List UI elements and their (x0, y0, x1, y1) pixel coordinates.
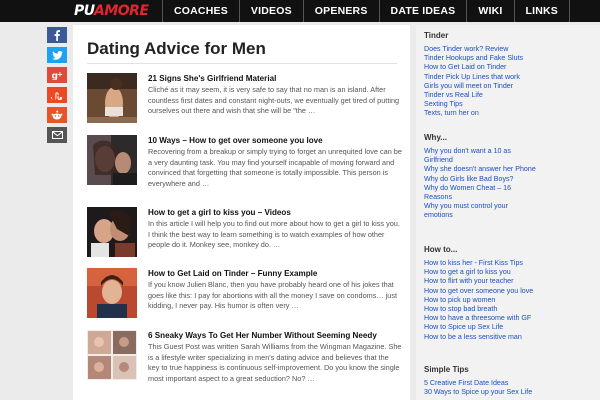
sidebar-links-simple-tips: 5 Creative First Date Ideas 30 Ways to S… (424, 379, 564, 397)
post-excerpt: If you know Julien Blanc, then you have … (148, 280, 398, 311)
top-navigation-bar: PUAMORE COACHES VIDEOS OPENERS DATE IDEA… (0, 0, 600, 22)
sidebar-links-why: Why you don't want a 10 as Girlfriend Wh… (424, 147, 536, 221)
nav-date-ideas[interactable]: DATE IDEAS (378, 0, 467, 22)
sidebar-link[interactable]: Why do Women Cheat – 16 Reasons (424, 184, 536, 202)
post-item: How to Get Laid on Tinder – Funny Exampl… (87, 268, 402, 326)
main-content: Dating Advice for Men 21 Signs She's Gir… (73, 25, 410, 400)
sidebar-heading-simple-tips: Simple Tips (424, 365, 469, 374)
stumbleupon-icon (51, 91, 62, 100)
reddit-share-button[interactable] (47, 107, 67, 123)
logo-text-pu: PU (74, 3, 95, 19)
sidebar-link[interactable]: 30 Ways to Spice up your Sex Life (424, 388, 564, 397)
post-item: How to get a girl to kiss you – Videos I… (87, 207, 402, 265)
post-item: 21 Signs She's Girlfriend Material Clich… (87, 73, 402, 131)
sidebar-link[interactable]: How to get over someone you love (424, 287, 536, 296)
main-menu: COACHES VIDEOS OPENERS DATE IDEAS WIKI L… (162, 0, 570, 22)
sidebar-link[interactable]: How to get a girl to kiss you (424, 268, 536, 277)
post-title-link[interactable]: 21 Signs She's Girlfriend Material (148, 73, 402, 84)
post-excerpt: Cliché as it may seem, it is very safe t… (148, 85, 400, 116)
sidebar-link[interactable]: Why do Girls like Bad Boys? (424, 175, 536, 184)
sidebar-link[interactable]: How to kiss her - First Kiss Tips (424, 259, 536, 268)
sidebar-heading-why: Why... (424, 133, 447, 142)
nav-wiki[interactable]: WIKI (466, 0, 513, 22)
post-excerpt: In this article I will help you to find … (148, 219, 400, 250)
nav-links[interactable]: LINKS (513, 0, 570, 22)
post-thumbnail[interactable] (87, 268, 137, 318)
post-item: 6 Sneaky Ways To Get Her Number Without … (87, 330, 402, 400)
post-title-link[interactable]: 10 Ways – How to get over someone you lo… (148, 135, 402, 146)
sidebar-link[interactable]: Tinder Pick Up Lines that work (424, 73, 536, 82)
google-plus-share-button[interactable]: g + (47, 67, 67, 83)
sidebar-link[interactable]: How to Spice up Sex Life (424, 323, 536, 332)
email-share-button[interactable] (47, 127, 67, 143)
facebook-share-button[interactable] (47, 27, 67, 43)
sidebar-link[interactable]: How to stop bad breath (424, 305, 536, 314)
sidebar-links-how-to: How to kiss her - First Kiss Tips How to… (424, 259, 536, 342)
post-thumbnail[interactable] (87, 73, 137, 123)
sidebar-link[interactable]: Tinder Hookups and Fake Sluts (424, 54, 536, 63)
nav-videos[interactable]: VIDEOS (238, 0, 303, 22)
twitter-icon (51, 50, 63, 60)
nav-openers[interactable]: OPENERS (302, 0, 379, 22)
page-title: Dating Advice for Men (87, 39, 266, 58)
post-item: 10 Ways – How to get over someone you lo… (87, 135, 402, 193)
sidebar-link[interactable]: Why she doesn't answer her Phone (424, 165, 536, 174)
title-divider (87, 63, 397, 64)
post-excerpt: This Guest Post was written Sarah Willia… (148, 342, 402, 384)
stumbleupon-share-button[interactable] (47, 87, 67, 103)
sidebar-link[interactable]: 5 Creative First Date Ideas (424, 379, 564, 388)
sidebar-link[interactable]: Tinder vs Real Life (424, 91, 536, 100)
facebook-icon (54, 29, 60, 41)
sidebar-link[interactable]: Does Tinder work? Review (424, 45, 536, 54)
sidebar-links-tinder: Does Tinder work? Review Tinder Hookups … (424, 45, 536, 119)
post-title-link[interactable]: How to get a girl to kiss you – Videos (148, 207, 402, 218)
svg-text:+: + (57, 71, 63, 79)
sidebar-link[interactable]: Girls you will meet on Tinder (424, 82, 536, 91)
sidebar-heading-how-to: How to... (424, 245, 458, 254)
post-thumbnail[interactable] (87, 135, 137, 185)
social-share-bar: g + (47, 27, 67, 147)
right-sidebar: Tinder Does Tinder work? Review Tinder H… (416, 25, 600, 400)
site-logo[interactable]: PUAMORE (74, 2, 149, 20)
sidebar-link[interactable]: How to flirt with your teacher (424, 277, 536, 286)
sidebar-link[interactable]: Why you must control your emotions (424, 202, 536, 220)
nav-coaches[interactable]: COACHES (162, 0, 239, 22)
post-thumbnail[interactable] (87, 330, 137, 380)
sidebar-link[interactable]: How to have a threesome with GF (424, 314, 536, 323)
sidebar-link[interactable]: Why you don't want a 10 as Girlfriend (424, 147, 536, 165)
sidebar-link[interactable]: How to pick up women (424, 296, 536, 305)
sidebar-link[interactable]: How to be a less sensitive man (424, 333, 536, 342)
post-excerpt: Recovering from a breakup or simply tryi… (148, 147, 402, 189)
sidebar-link[interactable]: Texts, turn her on (424, 109, 536, 118)
post-thumbnail[interactable] (87, 207, 137, 257)
email-icon (51, 131, 63, 139)
sidebar-link[interactable]: Sexting Tips (424, 100, 536, 109)
reddit-icon (51, 110, 63, 120)
post-title-link[interactable]: How to Get Laid on Tinder – Funny Exampl… (148, 268, 402, 279)
sidebar-link[interactable]: How to Get Laid on Tinder (424, 63, 536, 72)
google-plus-icon: g + (52, 71, 64, 81)
sidebar-heading-tinder: Tinder (424, 31, 449, 40)
twitter-share-button[interactable] (47, 47, 67, 63)
logo-text-amore: AMORE (94, 3, 149, 19)
post-title-link[interactable]: 6 Sneaky Ways To Get Her Number Without … (148, 330, 402, 341)
